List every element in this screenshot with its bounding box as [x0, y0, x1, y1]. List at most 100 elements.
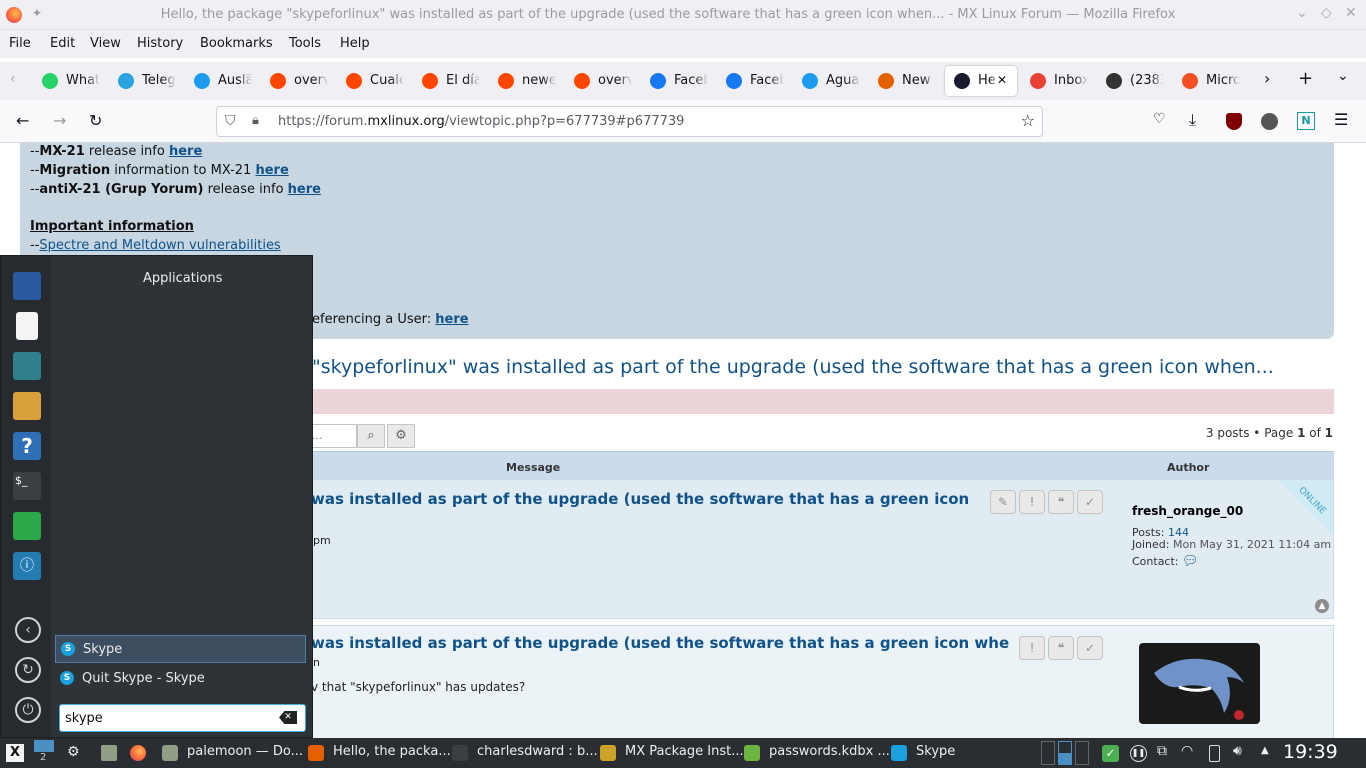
- contact-bubble-icon[interactable]: 💬︎: [1182, 554, 1199, 569]
- taskbar-window-3[interactable]: MX Package Inst...: [600, 738, 744, 768]
- topic-title[interactable]: "skypeforlinux" was installed as part of…: [312, 356, 1274, 378]
- search-result-quit-skype[interactable]: S Quit Skype - Skype: [55, 665, 306, 693]
- taskbar-window-1[interactable]: Hello, the packa...: [308, 738, 451, 768]
- menu-view[interactable]: View: [90, 36, 121, 51]
- antix-here-link[interactable]: here: [288, 182, 321, 197]
- spectre-link[interactable]: Spectre and Meltdown vulnerabilities: [39, 238, 280, 253]
- pager-widget[interactable]: [1041, 741, 1101, 765]
- tab-9[interactable]: Faceb: [717, 66, 787, 96]
- terminal-icon[interactable]: $_: [13, 472, 41, 500]
- updates-available-icon[interactable]: ✓: [1102, 745, 1119, 762]
- info-check-icon[interactable]: ✓: [1077, 636, 1103, 660]
- app-search-input[interactable]: skype ✕: [59, 704, 306, 732]
- post-1-author[interactable]: fresh_orange_00: [1132, 504, 1243, 518]
- taskbar-window-4[interactable]: passwords.kdbx ...: [744, 738, 890, 768]
- taskbar-window-0[interactable]: palemoon — Do...: [162, 738, 303, 768]
- menu-tools[interactable]: Tools: [289, 36, 321, 51]
- menu-file[interactable]: File: [9, 36, 31, 51]
- list-tabs-icon[interactable]: ⌄: [1337, 68, 1349, 84]
- menu-history[interactable]: History: [137, 36, 183, 51]
- bookmark-star-icon[interactable]: ☆: [1021, 111, 1035, 130]
- ublock-icon[interactable]: [1226, 113, 1242, 130]
- settings-icon[interactable]: ⚙: [67, 744, 80, 760]
- app-menu-button-icon[interactable]: X: [6, 744, 24, 762]
- tab-2[interactable]: Auslä: [185, 66, 255, 96]
- back-icon[interactable]: ←: [16, 111, 29, 130]
- tab-8[interactable]: Faceb: [641, 66, 711, 96]
- post-1-title[interactable]: was installed as part of the upgrade (us…: [311, 490, 969, 508]
- help-icon[interactable]: ?: [13, 432, 41, 460]
- media-pause-icon[interactable]: ❚❚: [1130, 745, 1147, 762]
- tab-13[interactable]: Inbox: [1021, 66, 1091, 96]
- author-avatar[interactable]: [1139, 643, 1260, 724]
- documents-icon[interactable]: [16, 312, 38, 340]
- clear-search-icon[interactable]: ✕: [279, 711, 297, 724]
- quote-icon[interactable]: ❝: [1048, 636, 1074, 660]
- tab-11[interactable]: New: [869, 66, 939, 96]
- system-monitor-icon[interactable]: [13, 512, 41, 540]
- back-to-top-icon[interactable]: ▲: [1315, 599, 1329, 613]
- close-tab-icon[interactable]: ✕: [997, 73, 1007, 87]
- tab-3[interactable]: overv: [261, 66, 331, 96]
- new-tab-icon[interactable]: +: [1298, 68, 1313, 89]
- battery-icon[interactable]: [1209, 745, 1220, 762]
- workspace-number[interactable]: 2: [40, 752, 46, 763]
- system-info-icon[interactable]: ⓘ: [13, 552, 41, 580]
- power-icon[interactable]: ⏻: [15, 697, 41, 723]
- advanced-search-gear-icon[interactable]: ⚙: [387, 424, 415, 448]
- topic-search-box[interactable]: ...: [312, 424, 357, 448]
- search-icon[interactable]: ⌕: [357, 424, 385, 448]
- clock[interactable]: 19:39: [1283, 741, 1338, 763]
- tab-scroll-left-icon[interactable]: ‹: [10, 71, 16, 87]
- menu-help[interactable]: Help: [340, 36, 370, 51]
- mx-tools-icon[interactable]: [13, 272, 41, 300]
- wifi-icon[interactable]: ◠: [1181, 743, 1193, 759]
- reload-icon[interactable]: ↻: [89, 111, 102, 130]
- pocket-icon[interactable]: ♡: [1153, 111, 1166, 127]
- referencing-here-link[interactable]: here: [435, 312, 468, 327]
- tracking-shield-icon[interactable]: ⛉: [225, 113, 236, 129]
- settings-tools-icon[interactable]: [13, 352, 41, 380]
- tab-scroll-right-icon[interactable]: ›: [1264, 69, 1270, 88]
- tab-0[interactable]: What: [33, 66, 103, 96]
- system-tray-arrow-icon[interactable]: ▲: [1261, 745, 1269, 756]
- search-result-skype[interactable]: S Skype: [55, 635, 306, 663]
- tab-14[interactable]: (2383: [1097, 66, 1167, 96]
- extension-icon[interactable]: [1261, 113, 1278, 130]
- workspace-pager[interactable]: [34, 740, 54, 752]
- maximize-icon[interactable]: ◇: [1321, 5, 1332, 21]
- pin-icon[interactable]: ✦: [32, 6, 42, 20]
- firefox-launcher-icon[interactable]: [130, 745, 146, 761]
- post-2-title[interactable]: was installed as part of the upgrade (us…: [311, 634, 1009, 652]
- menu-bookmarks[interactable]: Bookmarks: [200, 36, 273, 51]
- taskbar-window-2[interactable]: charlesdward : b...: [452, 738, 598, 768]
- mx21-here-link[interactable]: here: [169, 144, 202, 159]
- menu-edit[interactable]: Edit: [50, 36, 75, 51]
- notes-extension-icon[interactable]: N: [1297, 112, 1315, 130]
- quote-icon[interactable]: ❝: [1048, 490, 1074, 514]
- close-window-icon[interactable]: ✕: [1345, 5, 1357, 21]
- report-icon[interactable]: !: [1019, 490, 1045, 514]
- file-manager-launcher-icon[interactable]: [101, 745, 117, 761]
- lock-icon[interactable]: 🔒︎: [252, 113, 259, 128]
- volume-icon[interactable]: 🔊︎: [1233, 743, 1242, 759]
- tab-1[interactable]: Teleg: [109, 66, 179, 96]
- hamburger-menu-icon[interactable]: ☰: [1334, 110, 1348, 129]
- clipboard-icon[interactable]: ⧉: [1157, 743, 1167, 759]
- tab-12[interactable]: He ✕: [945, 66, 1017, 96]
- downloads-icon[interactable]: ⤓: [1189, 110, 1196, 130]
- taskbar-window-5[interactable]: Skype: [891, 738, 1031, 768]
- info-check-icon[interactable]: ✓: [1077, 490, 1103, 514]
- edit-icon[interactable]: ✎: [990, 490, 1016, 514]
- tab-7[interactable]: overv: [565, 66, 635, 96]
- url-text[interactable]: https://forum.mxlinux.org/viewtopic.php?…: [278, 114, 684, 129]
- tab-6[interactable]: newe: [489, 66, 559, 96]
- tab-5[interactable]: El día: [413, 66, 483, 96]
- logout-icon[interactable]: ↻: [15, 657, 41, 683]
- url-bar[interactable]: ⛉ 🔒︎ https://forum.mxlinux.org/viewtopic…: [216, 106, 1043, 137]
- tab-15[interactable]: Micro: [1173, 66, 1243, 96]
- tab-10[interactable]: Agua: [793, 66, 863, 96]
- package-installer-icon[interactable]: [13, 392, 41, 420]
- forward-icon[interactable]: →: [53, 111, 66, 130]
- migration-here-link[interactable]: here: [255, 163, 288, 178]
